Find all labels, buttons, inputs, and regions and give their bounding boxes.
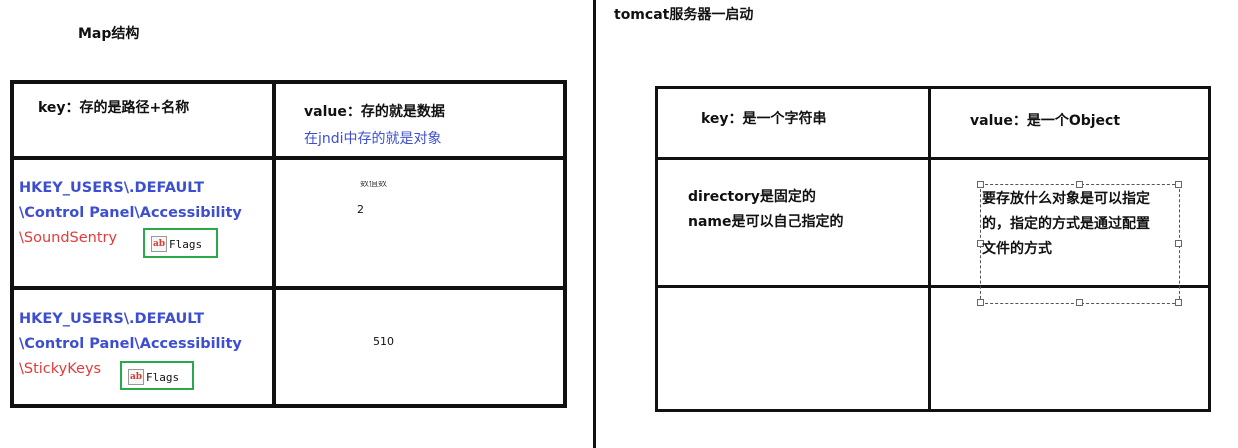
table-row-divider — [658, 157, 1208, 160]
table-row-divider — [14, 286, 563, 290]
flags-label: Flags — [146, 370, 180, 384]
registry-value-icon: ab — [151, 236, 167, 252]
registry-value: 2 — [357, 203, 364, 216]
left-header-value-note: 在jndi中存的就是对象 — [304, 131, 442, 147]
resize-handle[interactable] — [1175, 299, 1182, 306]
left-header-value: value：存的就是数据 — [304, 104, 445, 120]
tomcat-title: tomcat服务器一启动 — [614, 7, 754, 23]
section-divider — [593, 0, 596, 448]
right-row-key: directory是固定的 name是可以自己指定的 — [688, 185, 844, 235]
right-header-value: value：是一个Object — [970, 113, 1121, 129]
registry-value: 510 — [373, 335, 394, 348]
table-column-divider — [928, 89, 931, 409]
registry-path-line: HKEY_USERS\.DEFAULT — [19, 180, 205, 196]
left-header-key: key：存的是路径+名称 — [38, 100, 190, 116]
right-row-value[interactable]: 要存放什么对象是可以指定 的，指定的方式是通过配置 文件的方式 — [982, 187, 1178, 262]
table-column-divider — [272, 84, 276, 404]
row-value-line: 的，指定的方式是通过配置 — [982, 216, 1150, 232]
row-value-line: 文件的方式 — [982, 241, 1052, 257]
flags-label: Flags — [169, 237, 203, 251]
value-label: 数值数 — [360, 181, 388, 189]
right-header-key: key：是一个字符串 — [701, 111, 827, 127]
registry-value-icon: ab — [128, 369, 144, 385]
table-row-divider — [14, 156, 563, 160]
map-structure-title: Map结构 — [78, 26, 140, 42]
registry-path-line: \Control Panel\Accessibility — [19, 205, 242, 221]
registry-path-line: HKEY_USERS\.DEFAULT — [19, 311, 205, 327]
row-value-line: 要存放什么对象是可以指定 — [982, 191, 1150, 207]
registry-path-line: \Control Panel\Accessibility — [19, 336, 242, 352]
flags-highlight-box: ab Flags — [143, 228, 218, 258]
row-key-line: name是可以自己指定的 — [688, 214, 844, 230]
resize-handle[interactable] — [977, 299, 984, 306]
row-key-line: directory是固定的 — [688, 189, 816, 205]
flags-highlight-box: ab Flags — [120, 361, 194, 390]
resize-handle[interactable] — [1076, 299, 1083, 306]
